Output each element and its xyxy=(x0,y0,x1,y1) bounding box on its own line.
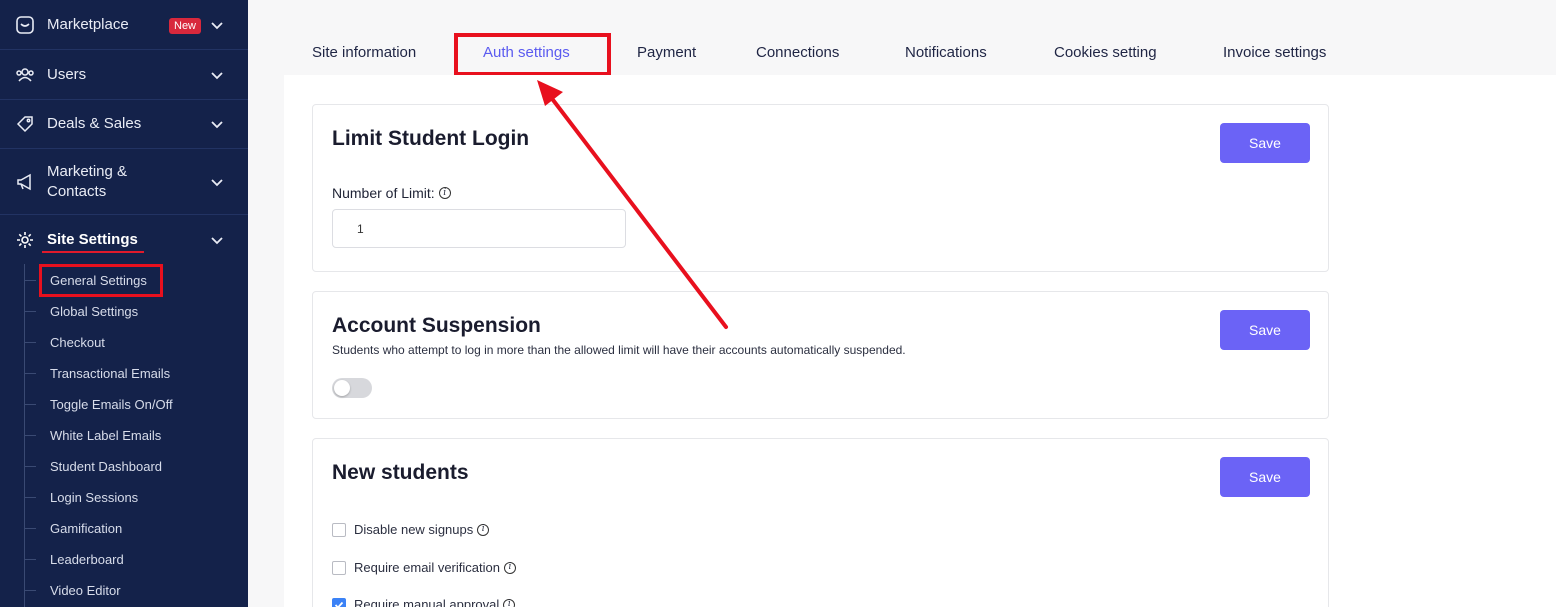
checkbox[interactable] xyxy=(332,560,346,575)
sidebar-item-deals-sales[interactable]: Deals & Sales xyxy=(0,103,248,145)
checkbox-checked[interactable] xyxy=(332,597,346,607)
megaphone-icon xyxy=(14,171,36,193)
sub-item-white-label-emails[interactable]: White Label Emails xyxy=(24,420,248,451)
users-icon xyxy=(14,64,36,86)
tag-icon xyxy=(14,113,36,135)
chevron-down-icon xyxy=(211,72,223,80)
chevron-down-icon xyxy=(211,121,223,129)
sidebar-item-marketing-contacts[interactable]: Marketing & Contacts xyxy=(0,156,248,208)
sub-item-login-sessions[interactable]: Login Sessions xyxy=(24,482,248,513)
card-title: Limit Student Login xyxy=(332,127,530,150)
tree-tick xyxy=(24,404,36,405)
sub-item-label: Checkout xyxy=(50,335,105,350)
card-title: New students xyxy=(332,461,469,484)
divider xyxy=(0,148,248,149)
save-button[interactable]: Save xyxy=(1220,310,1310,350)
account-suspension-card: Account Suspension Students who attempt … xyxy=(312,291,1329,419)
tree-tick xyxy=(24,528,36,529)
option-require-email-verification[interactable]: Require email verification i xyxy=(332,560,516,575)
sub-item-label: Transactional Emails xyxy=(50,366,171,381)
sub-item-label: Global Settings xyxy=(50,304,139,319)
sidebar-item-label: Marketing & Contacts xyxy=(47,162,127,202)
gear-icon xyxy=(14,229,36,251)
option-label: Require manual approval xyxy=(354,597,500,607)
sidebar-item-users[interactable]: Users xyxy=(0,54,248,96)
highlight-box xyxy=(454,33,611,76)
tree-tick xyxy=(24,311,36,312)
toggle-knob xyxy=(334,380,350,396)
tabs-bar xyxy=(248,0,1556,75)
sub-item-toggle-emails[interactable]: Toggle Emails On/Off xyxy=(24,389,248,420)
divider xyxy=(0,49,248,50)
chevron-down-icon xyxy=(211,179,223,187)
chevron-down-icon xyxy=(211,237,223,245)
store-icon xyxy=(14,14,36,36)
new-students-card: New students Save Disable new signups i … xyxy=(312,438,1329,607)
tree-tick xyxy=(24,497,36,498)
option-require-manual-approval[interactable]: Require manual approval i xyxy=(332,597,516,607)
tab-payment[interactable]: Payment xyxy=(637,44,696,61)
active-underline xyxy=(42,251,144,253)
tab-site-information[interactable]: Site information xyxy=(312,44,416,61)
number-of-limit-input[interactable] xyxy=(332,209,626,248)
sidebar-item-label: Users xyxy=(47,66,87,83)
highlight-box xyxy=(39,264,163,297)
sub-item-gamification[interactable]: Gamification xyxy=(24,513,248,544)
option-label: Require email verification xyxy=(354,560,500,575)
sidebar-item-site-settings[interactable]: Site Settings xyxy=(0,219,248,261)
sub-item-leaderboard[interactable]: Leaderboard xyxy=(24,544,248,575)
save-button[interactable]: Save xyxy=(1220,123,1310,163)
info-icon[interactable]: i xyxy=(503,598,516,607)
sub-item-label: Toggle Emails On/Off xyxy=(50,397,173,412)
sidebar: Marketplace New Users Deals & Sales Mark… xyxy=(0,0,248,607)
sidebar-item-marketplace[interactable]: Marketplace New xyxy=(0,4,248,46)
sub-item-label: Login Sessions xyxy=(50,490,139,505)
tab-notifications[interactable]: Notifications xyxy=(905,44,987,61)
sidebar-item-label-line: Marketing & xyxy=(47,163,128,180)
info-icon[interactable]: i xyxy=(438,187,451,199)
sub-item-label: Leaderboard xyxy=(50,552,124,567)
new-badge: New xyxy=(169,18,202,34)
chevron-down-icon xyxy=(211,22,223,30)
card-title: Account Suspension xyxy=(332,314,541,337)
sidebar-item-label: Marketplace xyxy=(47,16,129,33)
tab-connections[interactable]: Connections xyxy=(756,44,839,61)
tree-tick xyxy=(24,280,36,281)
tree-tick xyxy=(24,342,36,343)
option-disable-new-signups[interactable]: Disable new signups i xyxy=(332,522,490,537)
sub-item-student-dashboard[interactable]: Student Dashboard xyxy=(24,451,248,482)
limit-student-login-card: Limit Student Login Save Number of Limit… xyxy=(312,104,1329,272)
field-label: Number of Limit: i xyxy=(332,185,451,201)
divider xyxy=(0,99,248,100)
sub-item-checkout[interactable]: Checkout xyxy=(24,327,248,358)
card-description: Students who attempt to log in more than… xyxy=(332,343,906,357)
sub-item-label: Gamification xyxy=(50,521,123,536)
sidebar-item-label-line: Contacts xyxy=(47,183,107,200)
sub-item-label: Student Dashboard xyxy=(50,459,163,474)
sidebar-item-label: Deals & Sales xyxy=(47,115,142,132)
divider xyxy=(0,214,248,215)
sub-item-video-editor[interactable]: Video Editor xyxy=(24,575,248,606)
suspension-toggle[interactable] xyxy=(332,378,372,398)
tree-tick xyxy=(24,590,36,591)
sub-item-label: Video Editor xyxy=(50,583,121,598)
tree-tick xyxy=(24,466,36,467)
sub-item-global-settings[interactable]: Global Settings xyxy=(24,296,248,327)
checkbox[interactable] xyxy=(332,522,346,537)
sub-item-transactional-emails[interactable]: Transactional Emails xyxy=(24,358,248,389)
option-label: Disable new signups xyxy=(354,522,474,537)
tree-tick xyxy=(24,435,36,436)
info-icon[interactable]: i xyxy=(503,561,516,574)
tab-cookies-setting[interactable]: Cookies setting xyxy=(1054,44,1157,61)
tree-tick xyxy=(24,373,36,374)
tab-invoice-settings[interactable]: Invoice settings xyxy=(1223,44,1326,61)
save-button[interactable]: Save xyxy=(1220,457,1310,497)
info-icon[interactable]: i xyxy=(477,523,490,536)
sidebar-item-label: Site Settings xyxy=(47,231,138,248)
tree-tick xyxy=(24,559,36,560)
field-label-text: Number of Limit: xyxy=(332,185,435,201)
sub-item-label: White Label Emails xyxy=(50,428,162,443)
